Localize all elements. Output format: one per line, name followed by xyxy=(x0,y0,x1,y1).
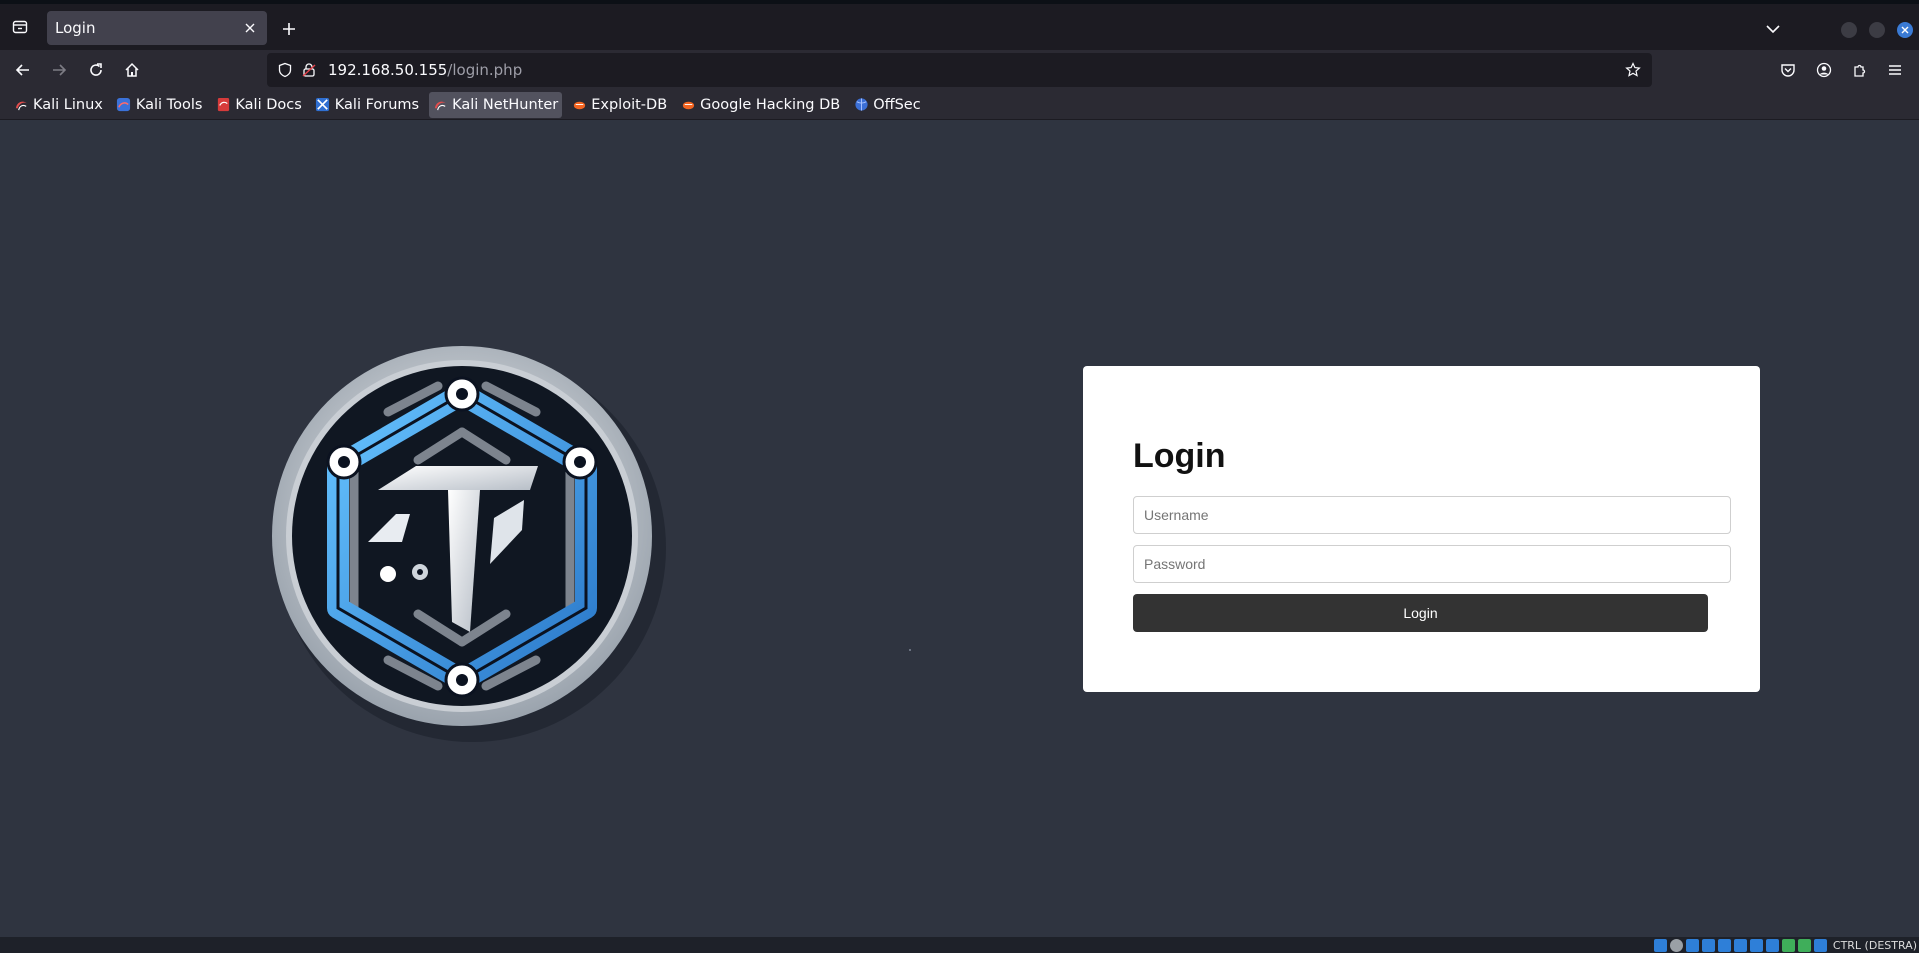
company-logo-image xyxy=(272,346,666,742)
password-input[interactable] xyxy=(1133,545,1731,583)
bookmark-label: Kali NetHunter xyxy=(452,96,559,113)
navigation-bar: 192.168.50.155/login.php xyxy=(0,50,1919,90)
bookmark-kali-docs[interactable]: Kali Docs xyxy=(212,92,305,118)
bookmark-offsec[interactable]: OffSec xyxy=(850,92,925,118)
reload-button[interactable] xyxy=(83,58,109,82)
plus-icon xyxy=(283,23,295,35)
tab-list-icon xyxy=(12,20,28,34)
bookmark-kali-tools[interactable]: Kali Tools xyxy=(113,92,207,118)
url-host: 192.168.50.155 xyxy=(328,61,448,79)
reload-icon xyxy=(90,63,102,76)
bookmark-label: Kali Tools xyxy=(135,96,203,113)
bookmark-kali-linux[interactable]: Kali Linux xyxy=(10,92,107,118)
tab-login[interactable]: Login xyxy=(47,11,267,45)
extensions-button[interactable] xyxy=(1847,58,1873,82)
bookmarks-toolbar: Kali Linux Kali Tools Kali Docs Kali For… xyxy=(0,90,1919,120)
kali-forums-icon xyxy=(315,97,331,113)
display-icon[interactable] xyxy=(1701,938,1715,952)
pen-icon[interactable] xyxy=(1717,938,1731,952)
ghdb-icon xyxy=(680,97,696,113)
close-icon xyxy=(1901,26,1909,34)
kali-nethunter-icon xyxy=(432,97,448,113)
login-title: Login xyxy=(1133,437,1226,475)
back-button[interactable] xyxy=(10,58,36,82)
kali-tools-icon xyxy=(116,97,132,113)
disc-icon[interactable] xyxy=(1669,938,1683,952)
url-bar[interactable]: 192.168.50.155/login.php xyxy=(267,53,1652,87)
bookmark-kali-forums[interactable]: Kali Forums xyxy=(312,92,423,118)
list-all-tabs-button[interactable] xyxy=(1762,18,1784,40)
chevron-down-icon xyxy=(1766,25,1780,34)
bookmark-google-hacking-db[interactable]: Google Hacking DB xyxy=(677,92,844,118)
system-status-bar: CTRL (DESTRA) xyxy=(0,937,1919,953)
kali-icon xyxy=(13,97,29,113)
recording-icon[interactable] xyxy=(1765,938,1779,952)
tab-title: Login xyxy=(55,19,96,37)
audio-icon[interactable] xyxy=(1685,938,1699,952)
close-icon xyxy=(245,23,255,33)
star-icon xyxy=(1625,62,1641,77)
exploit-db-icon xyxy=(571,97,587,113)
stray-dot xyxy=(909,649,911,651)
pocket-icon xyxy=(1781,64,1795,77)
login-button[interactable]: Login xyxy=(1133,594,1708,632)
shared-folder-icon[interactable] xyxy=(1733,938,1747,952)
bookmark-label: Google Hacking DB xyxy=(700,96,841,113)
bookmark-label: OffSec xyxy=(873,96,921,113)
new-tab-button[interactable] xyxy=(278,18,300,40)
url-path: /login.php xyxy=(447,61,523,79)
menu-button[interactable] xyxy=(1882,58,1908,82)
bookmark-label: Kali Forums xyxy=(334,96,420,113)
pocket-button[interactable] xyxy=(1775,58,1801,82)
system-tray: CTRL (DESTRA) xyxy=(1653,937,1919,953)
account-button[interactable] xyxy=(1811,58,1837,82)
tab-close-button[interactable] xyxy=(241,19,259,37)
login-card: Login Login xyxy=(1083,366,1760,692)
arrow-right-icon xyxy=(53,64,67,76)
offsec-icon xyxy=(853,97,869,113)
home-button[interactable] xyxy=(119,58,145,82)
window-close-button[interactable] xyxy=(1897,22,1913,38)
shield-icon[interactable] xyxy=(274,59,296,81)
tab-bar: Login xyxy=(0,4,1919,50)
host-key-label: CTRL (DESTRA) xyxy=(1832,938,1917,952)
bookmark-star-button[interactable] xyxy=(1622,59,1644,81)
tab-list-button[interactable] xyxy=(0,4,40,50)
arrow-left-icon xyxy=(15,64,29,76)
username-input[interactable] xyxy=(1133,496,1731,534)
network-icon[interactable] xyxy=(1653,938,1667,952)
download-icon[interactable] xyxy=(1813,938,1827,952)
bookmark-label: Kali Linux xyxy=(33,96,103,113)
usb-icon[interactable] xyxy=(1781,938,1795,952)
maximize-button[interactable] xyxy=(1869,22,1885,38)
forward-button[interactable] xyxy=(46,58,72,82)
screen-icon[interactable] xyxy=(1749,938,1763,952)
mouse-integration-icon[interactable] xyxy=(1797,938,1811,952)
insecure-lock-icon[interactable] xyxy=(298,59,320,81)
minimize-button[interactable] xyxy=(1841,22,1857,38)
kali-docs-icon xyxy=(215,97,231,113)
bookmark-label: Exploit-DB xyxy=(591,96,668,113)
page-content: Login Login xyxy=(0,120,1919,937)
bookmark-exploit-db[interactable]: Exploit-DB xyxy=(568,92,671,118)
bookmark-kali-nethunter[interactable]: Kali NetHunter xyxy=(429,91,563,118)
home-icon xyxy=(125,62,139,77)
hamburger-menu-icon xyxy=(1889,65,1901,75)
account-icon xyxy=(1816,62,1832,78)
bookmark-label: Kali Docs xyxy=(235,96,302,113)
puzzle-icon xyxy=(1854,64,1866,77)
